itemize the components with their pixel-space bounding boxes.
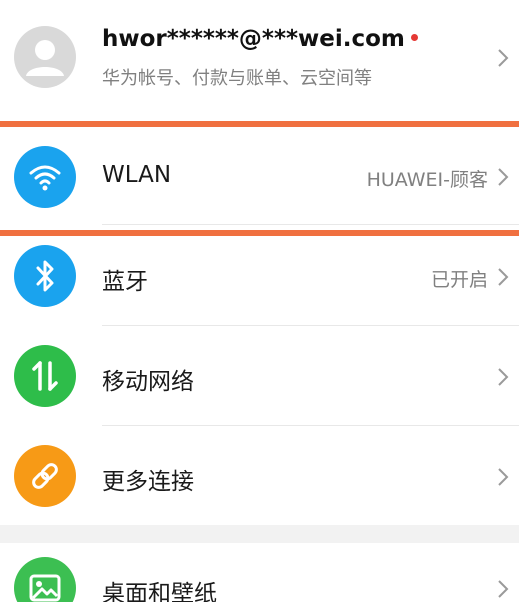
section-gap [0, 525, 519, 543]
account-email: hwor******@***wei.com [102, 26, 418, 52]
more-connections-label: 更多连接 [102, 469, 194, 495]
bluetooth-value: 已开启 [430, 269, 488, 291]
bluetooth-icon-badge [14, 245, 76, 307]
chevron-right-icon [498, 468, 509, 486]
settings-item-wlan[interactable]: WLAN HUAWEI-顾客 [0, 127, 519, 227]
wlan-icon-badge [14, 146, 76, 208]
notification-dot [410, 34, 418, 41]
mobile-network-label: 移动网络 [102, 369, 194, 395]
bluetooth-label: 蓝牙 [102, 269, 148, 295]
settings-item-mobile-network[interactable]: 移动网络 [0, 326, 519, 425]
chevron-right-icon [498, 168, 509, 186]
settings-item-more-connections[interactable]: 更多连接 [0, 426, 519, 525]
avatar [14, 26, 76, 88]
mobile-network-icon-badge [14, 345, 76, 407]
wlan-label: WLAN [102, 162, 172, 188]
account-subtitle: 华为帐号、付款与账单、云空间等 [102, 68, 372, 89]
divider [102, 224, 519, 225]
wallpaper-icon-badge [14, 557, 76, 602]
mobile-network-icon [32, 361, 58, 391]
chevron-right-icon [498, 268, 509, 286]
chevron-right-icon [498, 368, 509, 386]
settings-item-bluetooth[interactable]: 蓝牙 已开启 [0, 236, 519, 325]
wallpaper-label: 桌面和壁纸 [102, 581, 217, 602]
user-icon [26, 40, 64, 76]
chevron-right-icon [498, 580, 509, 598]
wallpaper-icon [29, 574, 61, 602]
wlan-value: HUAWEI-顾客 [366, 169, 488, 191]
chevron-right-icon [498, 49, 509, 67]
more-connections-icon-badge [14, 445, 76, 507]
account-row[interactable]: hwor******@***wei.com 华为帐号、付款与账单、云空间等 [0, 0, 519, 118]
wifi-icon [29, 165, 61, 191]
link-icon [32, 463, 58, 489]
bluetooth-icon [36, 260, 54, 292]
settings-item-wallpaper[interactable]: 桌面和壁纸 [0, 543, 519, 602]
